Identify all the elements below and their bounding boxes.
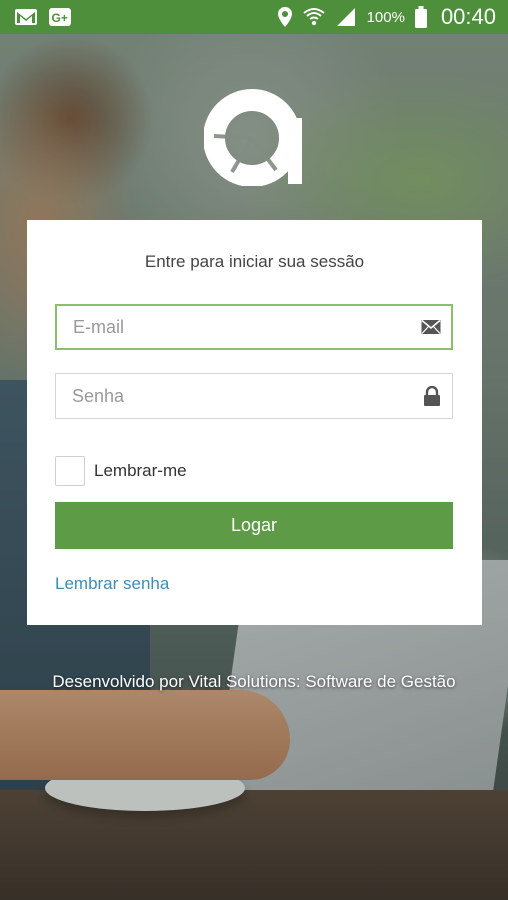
location-icon	[277, 6, 293, 28]
login-button[interactable]: Logar	[55, 502, 453, 549]
battery-icon	[414, 6, 427, 28]
lock-icon	[412, 386, 452, 406]
wifi-icon	[302, 6, 325, 28]
status-bar-notifications: G+	[14, 7, 72, 27]
login-title: Entre para iniciar sua sessão	[144, 252, 365, 271]
remember-me[interactable]: Lembrar-me	[55, 456, 187, 486]
status-bar-clock: 00:40	[440, 4, 496, 29]
envelope-icon	[411, 319, 451, 335]
google-plus-icon: G+	[48, 7, 72, 27]
remember-me-label: Lembrar-me	[94, 461, 187, 480]
gmail-icon	[14, 7, 38, 27]
password-field[interactable]	[55, 373, 453, 419]
app-logo-icon	[203, 86, 304, 187]
status-bar-system: 100% 00:40	[277, 4, 496, 30]
password-input[interactable]	[56, 374, 412, 418]
battery-percent: 100%	[366, 8, 405, 26]
status-bar: G+ 100% 00:40	[0, 0, 508, 34]
email-input[interactable]	[57, 306, 411, 348]
signal-icon	[335, 6, 357, 28]
remember-me-checkbox[interactable]	[55, 456, 85, 486]
login-card: Entre para iniciar sua sessão Lembrar-me…	[27, 220, 482, 625]
forgot-password-link[interactable]: Lembrar senha	[55, 574, 169, 594]
svg-text:G+: G+	[52, 11, 68, 25]
email-field[interactable]	[55, 304, 453, 350]
footer-credit: Desenvolvido por Vital Solutions: Softwa…	[52, 672, 456, 691]
